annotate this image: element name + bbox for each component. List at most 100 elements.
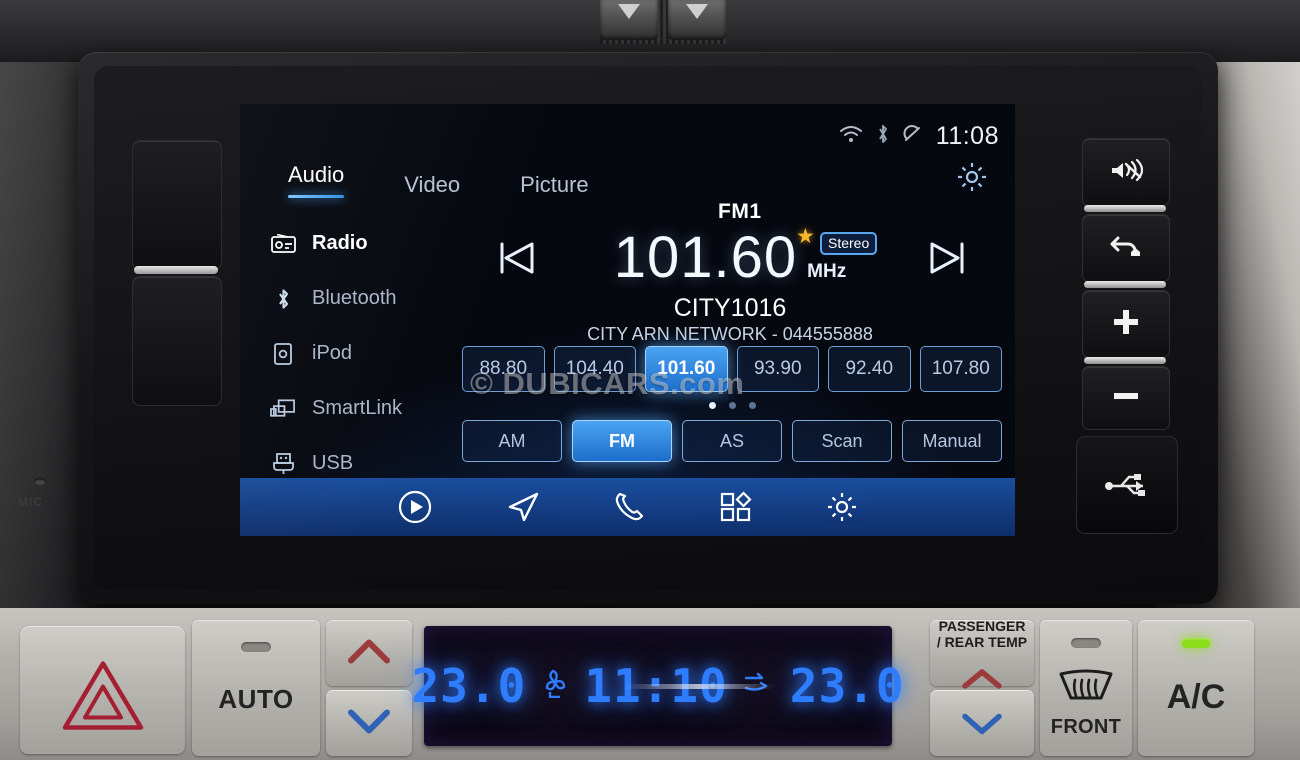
auto-button-label: AUTO: [218, 684, 294, 714]
mute-key[interactable]: [1082, 138, 1170, 206]
left-hard-key-upper[interactable]: [132, 140, 222, 270]
passenger-temp-label-line1: PASSENGER: [938, 618, 1026, 634]
ac-led-indicator: [1181, 638, 1211, 648]
radio-icon: [270, 232, 296, 256]
sidebar-item-bluetooth[interactable]: Bluetooth: [270, 271, 460, 326]
bluetooth-icon: [270, 287, 296, 311]
source-sidebar: Radio Bluetooth iPod SmartLink USB: [270, 216, 460, 491]
smartlink-icon: [270, 397, 296, 421]
sidebar-label-ipod: iPod: [312, 342, 353, 364]
driver-temp-up-button[interactable]: [326, 620, 412, 686]
nav-apps-button[interactable]: [719, 490, 753, 524]
preset-button[interactable]: 92.40: [828, 346, 911, 392]
mode-button-am[interactable]: AM: [462, 420, 562, 462]
hazard-lights-button[interactable]: [20, 626, 185, 754]
sidebar-label-bluetooth: Bluetooth: [312, 287, 397, 309]
volume-up-key[interactable]: [1082, 290, 1170, 358]
ipod-icon: [270, 342, 296, 366]
ac-button[interactable]: A/C: [1138, 620, 1254, 756]
page-dot[interactable]: [748, 402, 756, 409]
volume-down-key[interactable]: [1082, 366, 1170, 430]
preset-button[interactable]: 93.90: [736, 346, 819, 392]
bluetooth-icon: [876, 123, 890, 151]
sidebar-item-radio[interactable]: Radio: [270, 216, 460, 271]
frequency-value: 101.60: [613, 225, 798, 290]
hazard-triangle-icon: [61, 658, 145, 737]
preset-button-selected[interactable]: 101.60: [645, 346, 728, 392]
plus-icon: [1109, 305, 1143, 344]
chevron-down-icon: [346, 707, 392, 742]
sidebar-label-radio: Radio: [312, 232, 368, 254]
preset-button[interactable]: 107.80: [919, 346, 1002, 392]
ac-button-label: A/C: [1166, 678, 1226, 716]
nav-navigation-button[interactable]: [505, 489, 541, 525]
microphone-label: MIC: [18, 495, 43, 509]
passenger-temp-down-button[interactable]: [930, 690, 1034, 756]
driver-temperature-value: 23.0: [411, 659, 527, 713]
tab-audio[interactable]: Audio: [288, 162, 344, 205]
usb-icon: [1103, 468, 1151, 503]
content-tabs: Audio Video Picture: [288, 162, 589, 205]
key-divider-2: [1084, 281, 1166, 288]
band-label: FM1: [718, 200, 762, 223]
air-vent-knob-right[interactable]: [668, 0, 726, 40]
return-home-icon: [1109, 231, 1143, 266]
frequency-unit: MHz: [807, 261, 847, 282]
station-name: CITY1016: [673, 294, 787, 322]
climate-lcd-display: 23.0 11:10 23.0: [411, 626, 904, 746]
volume-mute-icon: [903, 124, 923, 150]
front-defroster-label: FRONT: [1050, 716, 1122, 738]
front-defroster-led: [1071, 638, 1101, 648]
left-hard-key-lower[interactable]: [132, 276, 222, 406]
nav-media-button[interactable]: [397, 489, 433, 525]
microphone-hole: [34, 478, 46, 485]
tab-video[interactable]: Video: [404, 172, 460, 205]
tab-picture[interactable]: Picture: [520, 172, 588, 205]
stereo-badge: Stereo: [820, 232, 878, 255]
settings-gear-button[interactable]: [955, 160, 989, 199]
star-icon[interactable]: ★: [796, 224, 815, 249]
back-key[interactable]: [1082, 214, 1170, 282]
frequency-display: 101.60 MHz: [490, 229, 970, 287]
page-dot[interactable]: [728, 402, 736, 409]
mode-button-row: AM FM AS Scan Manual: [462, 420, 1002, 462]
mode-button-scan[interactable]: Scan: [792, 420, 892, 462]
passenger-temp-up-button[interactable]: PASSENGER / REAR TEMP: [930, 618, 1034, 689]
sidebar-label-usb: USB: [312, 452, 354, 474]
driver-temp-down-button[interactable]: [326, 690, 412, 756]
defroster-front-icon: [1055, 668, 1117, 719]
mode-button-manual[interactable]: Manual: [902, 420, 1002, 462]
mode-button-fm[interactable]: FM: [572, 420, 672, 462]
preset-page-indicator: [462, 402, 1002, 409]
front-defroster-button[interactable]: FRONT: [1040, 620, 1132, 756]
next-station-button[interactable]: [926, 239, 966, 282]
wifi-icon: [839, 125, 863, 149]
minus-icon: [1109, 389, 1143, 407]
auto-climate-button[interactable]: AUTO: [192, 620, 320, 756]
air-vent-knob-left[interactable]: [600, 0, 658, 40]
page-dot-active[interactable]: [708, 402, 716, 409]
infotainment-screen[interactable]: 11:08 Audio Video Picture Radio Bluetoot…: [240, 104, 1015, 536]
usb-icon: [270, 452, 296, 476]
mode-button-as[interactable]: AS: [682, 420, 782, 462]
nav-settings-button[interactable]: [825, 490, 859, 524]
preset-list: 88.80 104.40 101.60 93.90 92.40 107.80: [462, 346, 1002, 392]
passenger-temperature-value: 23.0: [789, 659, 905, 713]
car-infotainment-photo: MIC 11:08 Audio Video Picture Radio Blue…: [0, 0, 1300, 760]
preset-button[interactable]: 104.40: [553, 346, 636, 392]
bottom-nav-bar: [240, 478, 1015, 536]
station-info-text: CITY ARN NETWORK - 044555888: [587, 324, 873, 344]
left-hard-key-divider: [134, 266, 218, 274]
sidebar-item-ipod[interactable]: iPod: [270, 326, 460, 381]
usb-port[interactable]: [1076, 436, 1178, 534]
key-divider-3: [1084, 357, 1166, 364]
nav-phone-button[interactable]: [613, 490, 647, 524]
auto-led-indicator: [241, 642, 271, 652]
sound-mute-icon: [1109, 156, 1144, 189]
sidebar-item-smartlink[interactable]: SmartLink: [270, 381, 460, 436]
fan-icon: [542, 668, 568, 705]
preset-button[interactable]: 88.80: [462, 346, 545, 392]
status-bar-clock: 11:08: [935, 122, 999, 150]
climate-control-panel: AUTO 23.0 11:10 23.0 PASSENGER / REAR TE…: [0, 608, 1300, 760]
key-divider-1: [1084, 205, 1166, 212]
